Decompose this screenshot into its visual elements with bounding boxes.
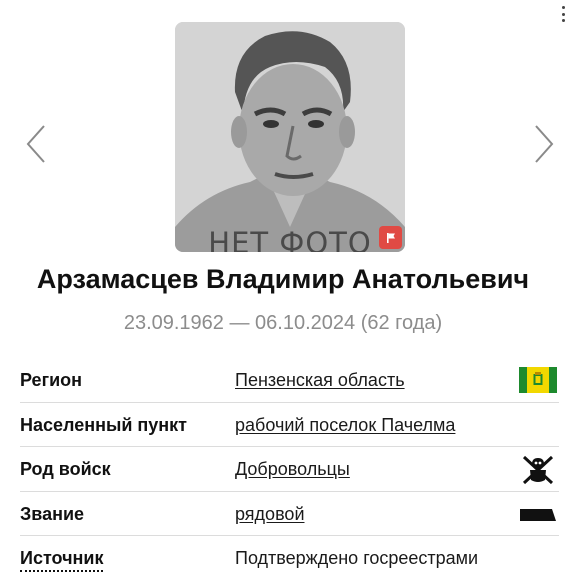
details-label: Населенный пункт bbox=[20, 414, 188, 435]
report-flag-button[interactable] bbox=[379, 226, 402, 249]
next-arrow-icon[interactable] bbox=[532, 122, 556, 166]
settlement-link[interactable]: рабочий поселок Пачелма bbox=[235, 415, 455, 436]
details-label: Регион bbox=[20, 370, 82, 390]
troops-link[interactable]: Добровольцы bbox=[235, 459, 350, 480]
more-options-icon[interactable] bbox=[561, 6, 565, 22]
volunteers-emblem-icon bbox=[522, 455, 554, 485]
rank-insignia-icon bbox=[520, 508, 556, 521]
life-dates: 23.09.1962 — 06.10.2024 (62 года) bbox=[123, 312, 443, 334]
details-row-rank: Звание рядовой bbox=[20, 490, 559, 536]
flag-icon bbox=[386, 232, 395, 243]
region-flag-icon bbox=[519, 367, 557, 393]
rank-link[interactable]: рядовой bbox=[235, 504, 305, 525]
details-row-source: Источник Подтверждено госреестрами bbox=[20, 535, 559, 580]
source-label[interactable]: Источник bbox=[20, 548, 104, 572]
details-row-settlement: Населенный пункт рабочий поселок Пачелма bbox=[20, 401, 559, 447]
portrait-photo: НЕТ ФОТО bbox=[175, 22, 405, 252]
details-row-region: Регион Пензенская область bbox=[20, 358, 559, 402]
details-row-troops: Род войск Добровольцы bbox=[20, 446, 559, 491]
details-label: Звание bbox=[20, 503, 85, 524]
portrait-placeholder-image bbox=[175, 22, 405, 252]
previous-arrow-icon[interactable] bbox=[24, 122, 48, 166]
source-value: Подтверждено госреестрами bbox=[235, 548, 479, 568]
details-table: Регион Пензенская область Населенный пун… bbox=[20, 358, 559, 580]
person-name: Арзамасцев Владимир Анатольевич bbox=[36, 264, 530, 294]
region-link[interactable]: Пензенская область bbox=[235, 370, 405, 391]
details-label: Род войск bbox=[20, 459, 111, 479]
no-photo-label: НЕТ ФОТО bbox=[208, 226, 372, 252]
